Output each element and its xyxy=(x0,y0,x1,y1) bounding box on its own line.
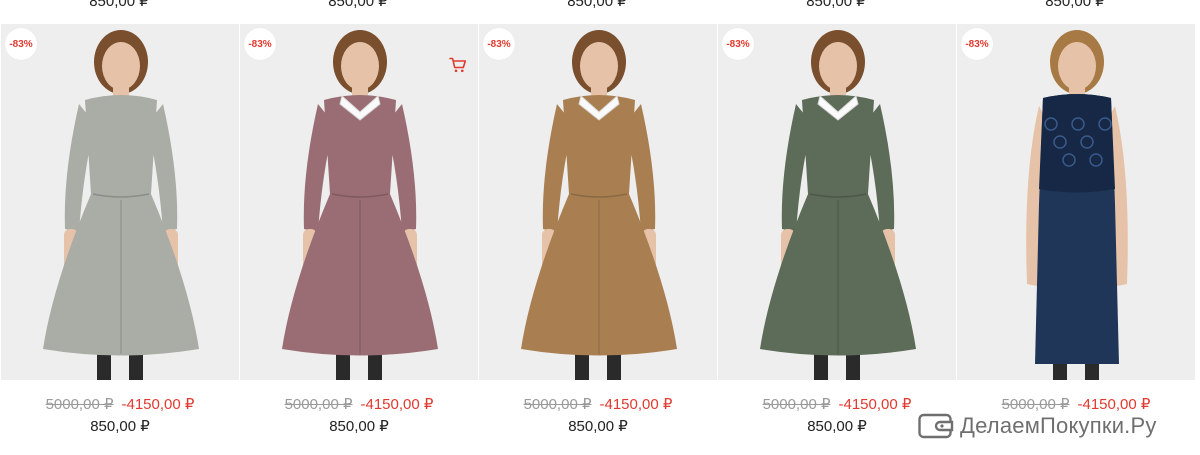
face xyxy=(341,42,379,90)
old-price: 5000,00 ₽ xyxy=(523,396,592,413)
discount-amount: -4150,00 ₽ xyxy=(360,396,434,413)
current-price: 850,00 ₽ xyxy=(329,418,389,435)
watermark-text: ДелаемПокупки.Ру xyxy=(960,413,1157,438)
discount-badge: -83% xyxy=(722,28,754,60)
old-price: 5000,00 ₽ xyxy=(284,396,353,413)
product-photo[interactable] xyxy=(240,24,478,380)
previous-row-price: 850,00 ₽ xyxy=(567,0,627,10)
previous-row-price: 850,00 ₽ xyxy=(89,0,149,10)
dress-illustration xyxy=(521,30,677,380)
product-photo[interactable] xyxy=(1,24,239,380)
dress-illustration xyxy=(760,30,916,380)
face xyxy=(102,42,140,90)
previous-row-price: 850,00 ₽ xyxy=(328,0,388,10)
product-card[interactable]: -83% 5000,00 ₽ -4150,00 ₽ 850,00 ₽ xyxy=(479,24,717,455)
product-card[interactable]: -83% 5000,00 ₽ -4150,00 ₽ 850,00 ₽ xyxy=(718,24,956,455)
product-card[interactable]: -83% 5000,00 ₽ -4150,00 ₽ xyxy=(957,24,1195,455)
add-to-cart-button[interactable] xyxy=(446,54,470,76)
face xyxy=(819,42,857,90)
discount-badge: -83% xyxy=(961,28,993,60)
product-photo[interactable] xyxy=(479,24,717,380)
discount-badge: -83% xyxy=(244,28,276,60)
product-photo[interactable] xyxy=(718,24,956,380)
discount-badge: -83% xyxy=(5,28,37,60)
site-watermark: ДелаемПокупки.Ру xyxy=(918,408,1157,444)
discount-amount: -4150,00 ₽ xyxy=(599,396,673,413)
dress-illustration xyxy=(1026,30,1128,380)
product-card[interactable]: -83% 5000,00 ₽ -4150,00 ₽ 850,00 ₽ xyxy=(240,24,478,455)
previous-row-price: 850,00 ₽ xyxy=(806,0,866,10)
product-photo[interactable] xyxy=(957,24,1195,380)
face xyxy=(1058,42,1096,90)
current-price: 850,00 ₽ xyxy=(90,418,150,435)
dress-illustration xyxy=(282,30,438,380)
lace-top xyxy=(1039,94,1115,193)
old-price: 5000,00 ₽ xyxy=(45,396,114,413)
discount-badge: -83% xyxy=(483,28,515,60)
price-block: 5000,00 ₽ -4150,00 ₽ 850,00 ₽ xyxy=(240,394,478,438)
price-block: 5000,00 ₽ -4150,00 ₽ 850,00 ₽ xyxy=(1,394,239,438)
product-card[interactable]: -83% 5000,00 ₽ -4150,00 ₽ 850,00 ₽ xyxy=(1,24,239,455)
price-block: 5000,00 ₽ -4150,00 ₽ 850,00 ₽ xyxy=(479,394,717,438)
discount-amount: -4150,00 ₽ xyxy=(838,396,912,413)
shopping-cart-icon xyxy=(449,57,467,73)
previous-row-price: 850,00 ₽ xyxy=(1045,0,1105,10)
previous-row-strip: 850,00 ₽ 850,00 ₽ 850,00 ₽ 850,00 ₽ 850,… xyxy=(0,0,1200,24)
dress-illustration xyxy=(43,30,199,380)
face xyxy=(580,42,618,90)
discount-amount: -4150,00 ₽ xyxy=(121,396,195,413)
old-price: 5000,00 ₽ xyxy=(762,396,831,413)
wallet-icon xyxy=(918,413,954,439)
product-grid: -83% 5000,00 ₽ -4150,00 ₽ 850,00 ₽ -83% 5… xyxy=(0,24,1200,455)
current-price: 850,00 ₽ xyxy=(568,418,628,435)
